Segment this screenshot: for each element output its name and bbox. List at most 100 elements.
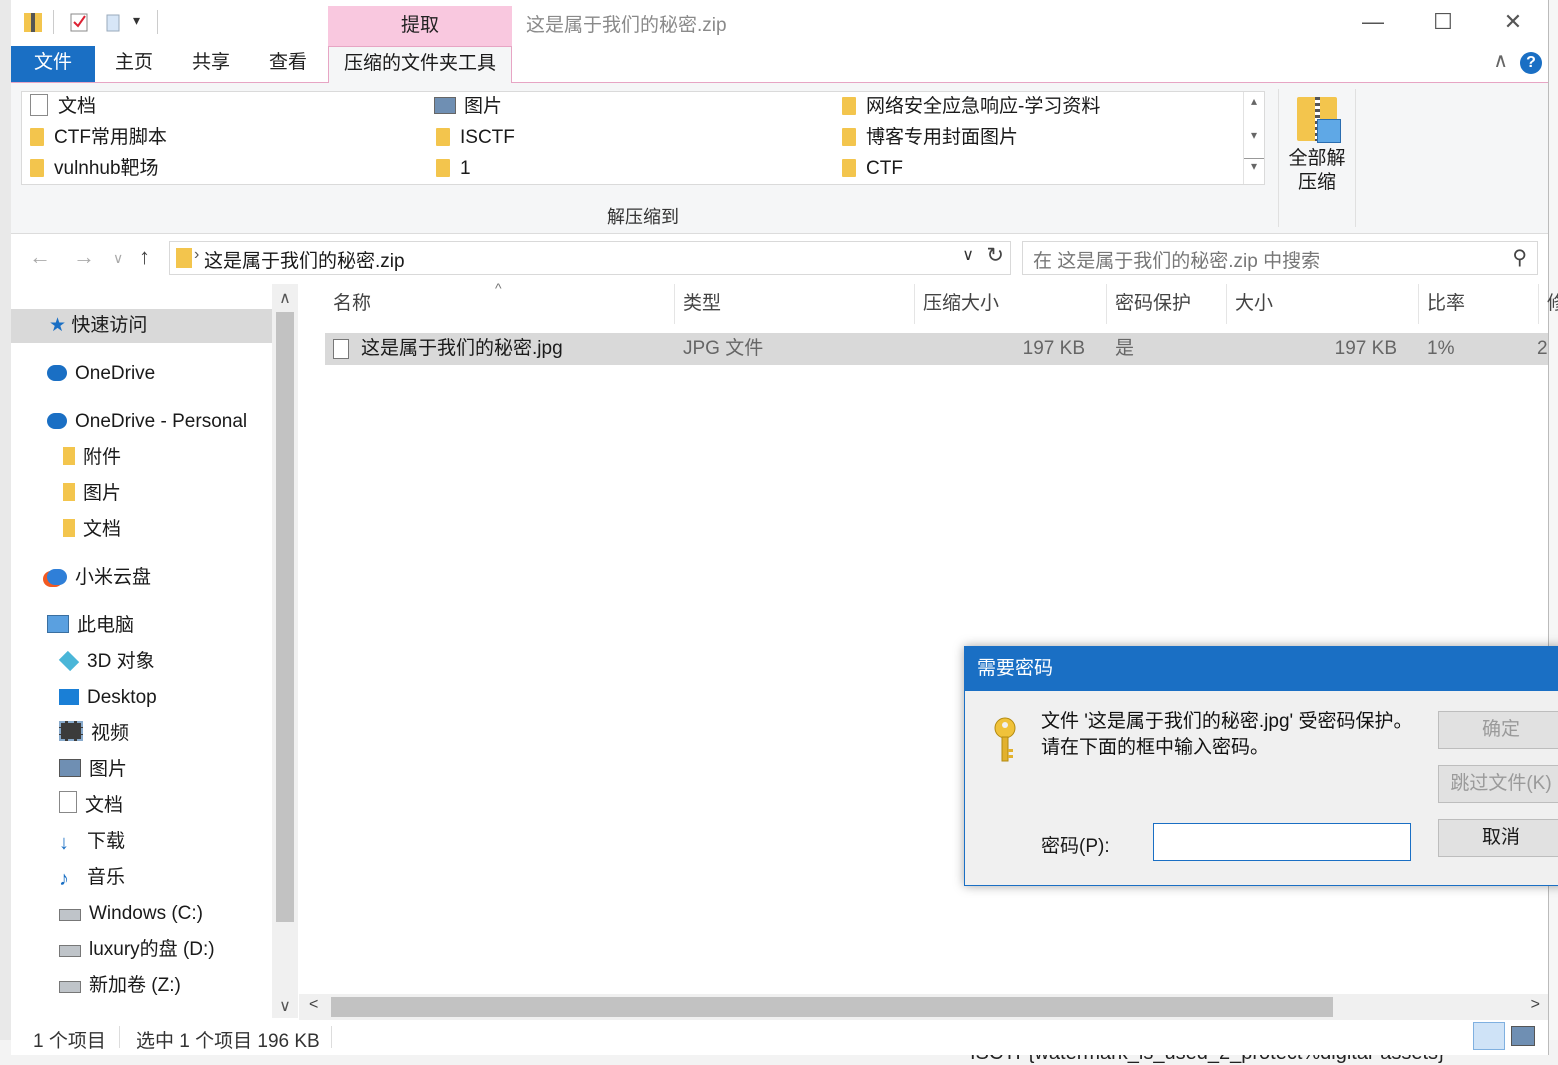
- nav-item-3d-objects[interactable]: 3D 对象: [58, 645, 155, 679]
- nav-item-drive-z[interactable]: 新加卷 (Z:): [59, 969, 181, 1003]
- cancel-button[interactable]: 取消: [1438, 819, 1558, 857]
- close-button[interactable]: ✕: [1478, 0, 1548, 46]
- column-header-packed-size[interactable]: 压缩大小: [915, 284, 1107, 324]
- video-icon: [59, 721, 83, 741]
- dialog-message-line2: 请在下面的框中输入密码。: [1041, 737, 1270, 758]
- gallery-item[interactable]: 网络安全应急响应-学习资料: [842, 92, 1100, 122]
- maximize-button[interactable]: ☐: [1408, 0, 1478, 46]
- nav-item-onedrive-personal[interactable]: OneDrive - Personal: [47, 405, 247, 439]
- gallery-scroll-up-icon[interactable]: ▴: [1244, 94, 1264, 108]
- breadcrumb-chevron-icon[interactable]: ›: [194, 246, 199, 264]
- nav-item-music[interactable]: ♪ 音乐: [59, 861, 125, 895]
- nav-item-label: luxury的盘 (D:): [89, 939, 215, 960]
- nav-item-onedrive[interactable]: OneDrive: [47, 357, 155, 391]
- scroll-down-icon[interactable]: ∨: [272, 996, 298, 1016]
- folder-icon: [63, 447, 75, 465]
- horizontal-scrollbar[interactable]: < >: [299, 994, 1548, 1020]
- search-box[interactable]: 在 这是属于我们的秘密.zip 中搜索 ⚲: [1022, 241, 1538, 275]
- address-bar[interactable]: › 这是属于我们的秘密.zip ∨ ↻: [169, 241, 1011, 275]
- nav-item-label: Desktop: [87, 687, 157, 708]
- collapse-ribbon-icon[interactable]: ∧: [1493, 48, 1508, 73]
- scroll-up-icon[interactable]: ∧: [272, 288, 298, 308]
- tab-home[interactable]: 主页: [115, 46, 153, 82]
- folder-icon: [30, 128, 44, 146]
- gallery-item[interactable]: CTF: [842, 154, 903, 184]
- nav-item-quick-access[interactable]: ★ 快速访问: [11, 309, 272, 343]
- nav-item-pictures[interactable]: 图片: [59, 753, 127, 787]
- details-view-icon[interactable]: [1473, 1022, 1505, 1050]
- nav-item-label: 视频: [91, 723, 130, 744]
- nav-item-drive-c[interactable]: Windows (C:): [59, 897, 203, 931]
- recent-locations-chevron-icon[interactable]: ∨: [113, 250, 123, 267]
- nav-item-this-pc[interactable]: 此电脑: [47, 609, 134, 643]
- nav-item-od-attachments[interactable]: 附件: [63, 441, 121, 475]
- column-header-type[interactable]: 类型: [675, 284, 915, 324]
- tab-share[interactable]: 共享: [192, 46, 230, 82]
- tab-view[interactable]: 查看: [269, 46, 307, 82]
- large-icons-view-icon[interactable]: [1511, 1026, 1535, 1046]
- gallery-item[interactable]: 1: [436, 154, 471, 184]
- nav-item-videos[interactable]: 视频: [59, 717, 129, 751]
- properties-icon[interactable]: [69, 11, 89, 33]
- window-title: 这是属于我们的秘密.zip: [526, 15, 727, 36]
- cell-name: 这是属于我们的秘密.jpg: [361, 338, 563, 359]
- extract-all-label-line2: 压缩: [1297, 172, 1336, 193]
- forward-arrow-icon[interactable]: →: [73, 244, 95, 270]
- gallery-item[interactable]: CTF常用脚本: [30, 123, 167, 153]
- gallery-item[interactable]: 图片: [434, 92, 502, 122]
- cell-password: 是: [1115, 338, 1135, 359]
- refresh-icon[interactable]: ↻: [986, 243, 1004, 268]
- explorer-window: ▾ 提取 这是属于我们的秘密.zip — ☐ ✕ 文件 主页 共享 查看 压缩的…: [11, 0, 1558, 1055]
- gallery-item[interactable]: 博客专用封面图片: [842, 123, 1018, 153]
- scrollbar-thumb[interactable]: [276, 312, 294, 922]
- star-icon: ★: [49, 315, 67, 336]
- divider: [331, 1026, 332, 1048]
- nav-item-drive-d[interactable]: luxury的盘 (D:): [59, 933, 215, 967]
- column-header-size[interactable]: 大小: [1227, 284, 1419, 324]
- scroll-right-icon[interactable]: >: [1531, 996, 1540, 1014]
- nav-item-od-documents[interactable]: 文档: [63, 513, 121, 547]
- gallery-scrollbar[interactable]: ▴ ▾ ▾: [1243, 92, 1264, 184]
- minimize-button[interactable]: —: [1338, 0, 1408, 46]
- tab-file[interactable]: 文件: [11, 46, 95, 82]
- help-icon[interactable]: ?: [1520, 52, 1542, 74]
- address-history-chevron-icon[interactable]: ∨: [962, 245, 974, 265]
- extract-all-button[interactable]: 全部解 压缩: [1278, 89, 1356, 227]
- nav-item-od-pictures[interactable]: 图片: [63, 477, 121, 511]
- breadcrumb[interactable]: 这是属于我们的秘密.zip: [204, 246, 405, 273]
- gallery-item[interactable]: vulnhub靶场: [30, 154, 159, 184]
- column-header-password[interactable]: 密码保护: [1107, 284, 1227, 324]
- download-arrow-icon: ↓: [59, 832, 69, 854]
- gallery-expand-icon[interactable]: ▾: [1244, 158, 1264, 173]
- nav-item-desktop[interactable]: Desktop: [59, 681, 157, 715]
- nav-item-documents[interactable]: 文档: [59, 789, 123, 823]
- new-folder-icon[interactable]: [103, 11, 123, 33]
- column-header-ratio[interactable]: 比率: [1419, 284, 1539, 324]
- search-icon[interactable]: ⚲: [1512, 245, 1527, 270]
- back-arrow-icon[interactable]: ←: [29, 244, 51, 270]
- nav-item-xiaomi-cloud[interactable]: 小米云盘: [47, 561, 151, 595]
- windows-drive-icon: [59, 909, 81, 921]
- column-header-name[interactable]: 名称: [325, 284, 675, 324]
- skip-file-button[interactable]: 跳过文件(K): [1438, 765, 1558, 803]
- gallery-item[interactable]: 文档: [30, 92, 96, 122]
- password-input[interactable]: [1153, 823, 1411, 861]
- up-arrow-icon[interactable]: ↑: [139, 244, 150, 270]
- gallery-scroll-down-icon[interactable]: ▾: [1244, 128, 1264, 142]
- column-header-modified[interactable]: 修: [1539, 284, 1558, 324]
- document-icon: [59, 791, 77, 813]
- search-input[interactable]: 在 这是属于我们的秘密.zip 中搜索: [1033, 246, 1320, 273]
- ribbon-group-label: 解压缩到: [607, 207, 679, 227]
- customize-quick-access-icon[interactable]: ▾: [133, 12, 140, 29]
- gallery-item-label: 图片: [464, 96, 503, 117]
- gallery-item[interactable]: ISCTF: [436, 123, 515, 153]
- table-row[interactable]: 这是属于我们的秘密.jpg JPG 文件 197 KB 是 197 KB 1% …: [325, 333, 1548, 365]
- scroll-left-icon[interactable]: <: [309, 996, 318, 1014]
- ok-button[interactable]: 确定: [1438, 711, 1558, 749]
- gallery-item-label: vulnhub靶场: [54, 158, 159, 179]
- navigation-pane-scrollbar[interactable]: ∧ ∨: [272, 284, 298, 1018]
- tab-compressed-folder-tools[interactable]: 压缩的文件夹工具: [328, 46, 512, 83]
- gallery-item-label: CTF常用脚本: [54, 127, 167, 148]
- nav-item-downloads[interactable]: ↓ 下载: [59, 825, 125, 859]
- scrollbar-thumb[interactable]: [331, 997, 1333, 1017]
